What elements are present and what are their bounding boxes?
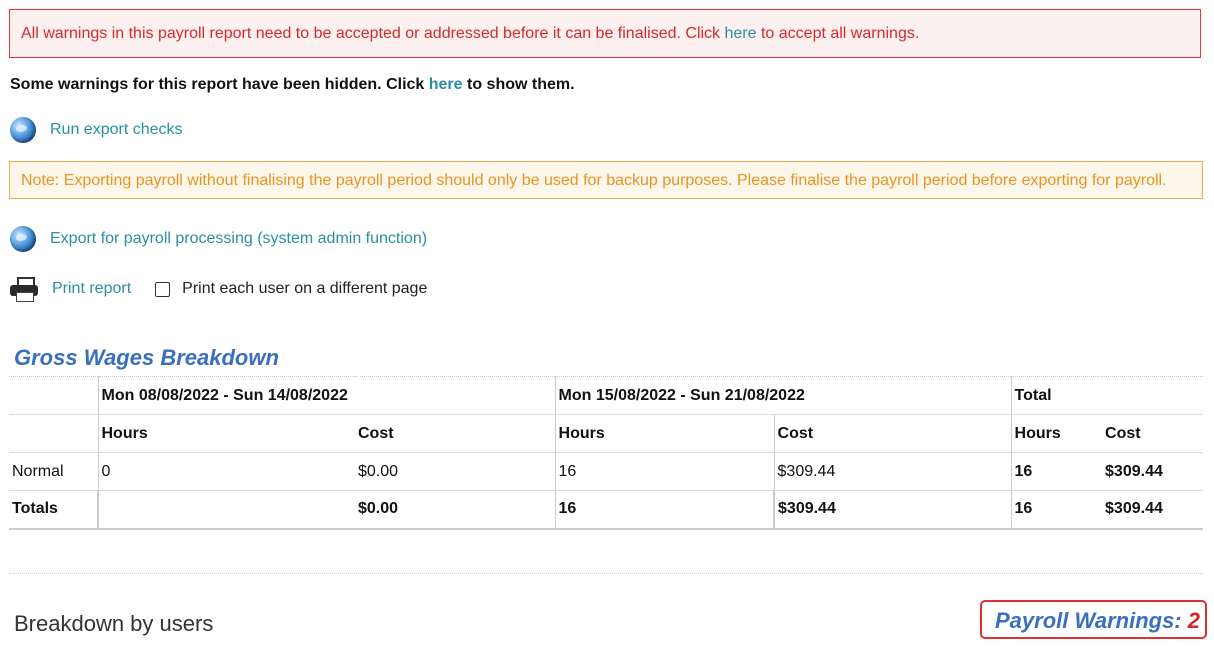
print-each-user-label: Print each user on a different page — [182, 280, 428, 297]
export-note-alert: Note: Exporting payroll without finalisi… — [9, 161, 1203, 199]
globe-icon[interactable] — [10, 226, 36, 252]
column-header: Hours — [1010, 414, 1103, 453]
payroll-warnings-count: 2 — [1187, 608, 1200, 633]
row-label: Totals — [9, 490, 98, 530]
period-header: Mon 08/08/2022 - Sun 14/08/2022 — [97, 376, 556, 415]
breakdown-by-users-title: Breakdown by users — [14, 611, 214, 636]
print-each-user-checkbox[interactable] — [155, 281, 171, 297]
table-cell: $309.44 — [1102, 452, 1204, 491]
table-totals-row: Totals $0.00 16 $309.44 16 $309.44 — [9, 490, 1204, 530]
gross-wages-title: Gross Wages Breakdown — [14, 345, 279, 370]
table-cell: $0.00 — [355, 490, 556, 530]
period-header: Total — [1010, 376, 1204, 415]
print-report-link[interactable]: Print report — [52, 280, 131, 298]
table-cell: $0.00 — [355, 452, 556, 491]
table-period-header-row: Mon 08/08/2022 - Sun 14/08/2022 Mon 15/0… — [9, 376, 1204, 415]
run-export-checks-link[interactable]: Run export checks — [50, 121, 183, 139]
table-cell: $309.44 — [1102, 490, 1204, 530]
run-export-checks-row: Run export checks — [10, 115, 183, 145]
payroll-warnings-label: Payroll Warnings: — [995, 608, 1188, 633]
column-header: Cost — [355, 414, 556, 453]
table-cell: 0 — [97, 452, 355, 491]
printer-icon[interactable] — [10, 277, 38, 302]
column-header: Hours — [554, 414, 775, 453]
table-cell: 16 — [554, 490, 775, 530]
warnings-alert-text: All warnings in this payroll report need… — [21, 25, 725, 42]
export-payroll-link[interactable]: Export for payroll processing (system ad… — [50, 230, 427, 248]
section-divider — [9, 573, 1203, 574]
table-cell — [97, 490, 355, 530]
table-cell: $309.44 — [773, 490, 1012, 530]
row-label: Normal — [9, 452, 98, 491]
column-header: Hours — [97, 414, 355, 453]
print-row: Print report Print each user on a differ… — [10, 274, 427, 304]
globe-icon[interactable] — [10, 117, 36, 143]
column-header: Cost — [773, 414, 1012, 453]
warnings-alert: All warnings in this payroll report need… — [9, 9, 1201, 58]
table-cell: 16 — [554, 452, 775, 491]
table-cell: 16 — [1010, 452, 1103, 491]
table-cell: 16 — [1010, 490, 1103, 530]
column-header: Cost — [1102, 414, 1204, 453]
table-row: Normal 0 $0.00 16 $309.44 16 $309.44 — [9, 452, 1204, 491]
accept-all-warnings-link[interactable]: here — [725, 25, 757, 42]
hidden-warnings-text: Some warnings for this report have been … — [10, 76, 429, 93]
table-corner-cell — [9, 376, 98, 415]
gross-wages-table: Mon 08/08/2022 - Sun 14/08/2022 Mon 15/0… — [9, 376, 1204, 530]
table-corner-cell — [9, 414, 98, 453]
table-sub-header-row: Hours Cost Hours Cost Hours Cost — [9, 414, 1204, 453]
hidden-warnings-note: Some warnings for this report have been … — [10, 76, 575, 94]
warnings-alert-text-end: to accept all warnings. — [756, 25, 920, 42]
hidden-warnings-text-end: to show them. — [462, 76, 575, 93]
export-payroll-row: Export for payroll processing (system ad… — [10, 224, 427, 254]
period-header: Mon 15/08/2022 - Sun 21/08/2022 — [554, 376, 1012, 415]
payroll-warnings-button[interactable]: Payroll Warnings: 2 — [980, 600, 1207, 639]
show-hidden-warnings-link[interactable]: here — [429, 76, 463, 93]
table-cell: $309.44 — [773, 452, 1012, 491]
